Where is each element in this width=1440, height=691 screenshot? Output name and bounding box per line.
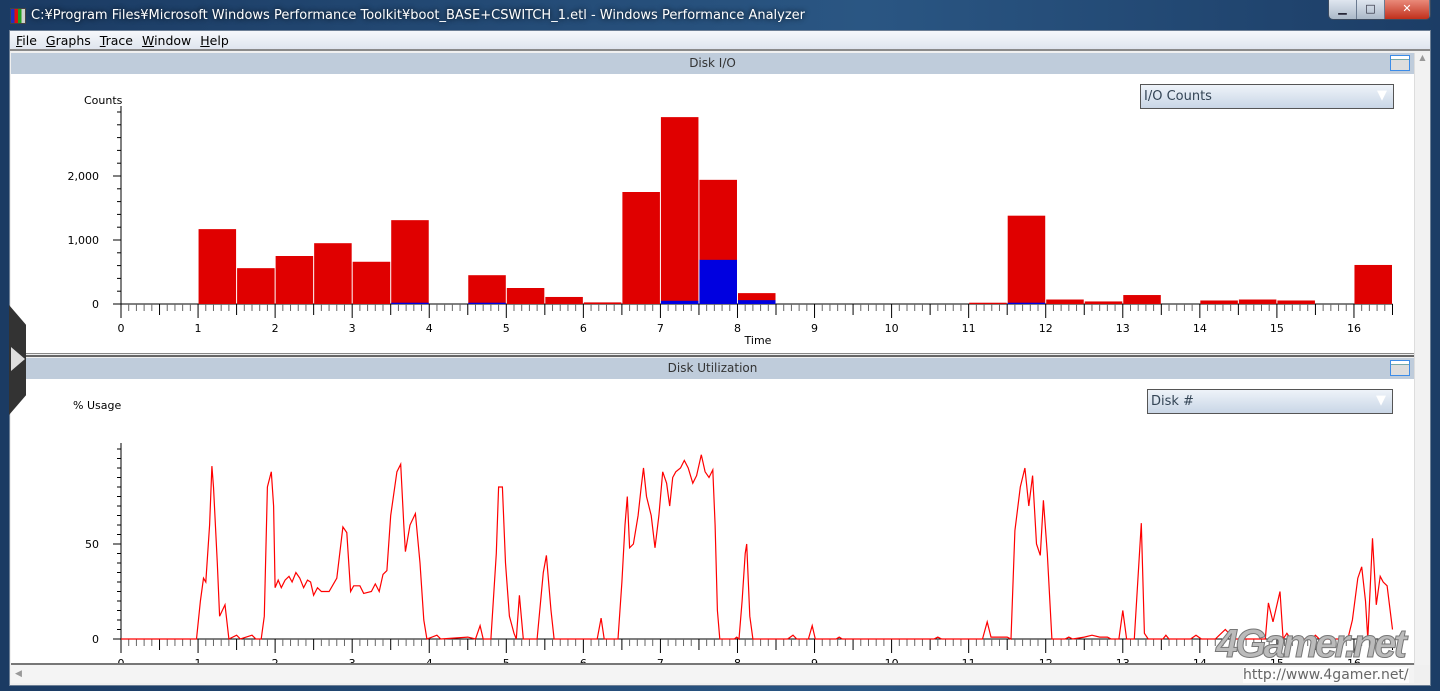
x-tick-label: 4: [426, 322, 433, 335]
bar-read: [198, 229, 237, 304]
window-title: C:¥Program Files¥Microsoft Windows Perfo…: [31, 8, 806, 23]
x-tick-label: 0: [118, 322, 125, 335]
y-tick-label: 0: [92, 633, 99, 646]
scroll-up-icon[interactable]: ▲: [1419, 53, 1425, 62]
menu-label: indow: [154, 33, 192, 48]
client-area: File Graphs Trace Window Help Disk I/O 0…: [9, 30, 1431, 686]
bar-read: [391, 220, 429, 304]
x-tick-label: 6: [580, 322, 587, 335]
x-tick-label: 5: [503, 322, 510, 335]
menu-label: race: [105, 33, 133, 48]
y-tick-label: 1,000: [68, 234, 100, 247]
menu-file[interactable]: File: [14, 31, 44, 49]
disk-io-header: Disk I/O: [11, 53, 1414, 74]
scroll-left-icon[interactable]: ◀: [15, 669, 22, 679]
dropdown-value: I/O Counts: [1144, 89, 1212, 104]
vertical-scrollbar[interactable]: ▲: [1414, 53, 1430, 665]
menu-label: elp: [209, 33, 229, 48]
maximize-graph-button[interactable]: [1390, 55, 1410, 71]
y-tick-label: 50: [85, 538, 99, 551]
disk-io-chart: 0 1 2 3 4 5 6 7 8 9 10 11 12 13 14 15 1601,0002,000Count…: [68, 94, 1393, 347]
expand-arrow-icon[interactable]: [11, 347, 25, 371]
menu-label: ile: [22, 33, 37, 48]
disk-util-header: Disk Utilization: [11, 358, 1414, 379]
disk-util-plot: 012345678910111213141516050% UsageTime D…: [11, 379, 1414, 663]
menu-trace[interactable]: Trace: [98, 31, 140, 49]
bar-write: [468, 302, 506, 304]
maximize-graph-button[interactable]: [1390, 360, 1410, 376]
menu-help[interactable]: Help: [198, 31, 236, 49]
bar-read: [660, 117, 699, 304]
bar-write: [391, 302, 429, 304]
minimize-button[interactable]: ▁: [1329, 0, 1357, 19]
maximize-button[interactable]: □: [1357, 0, 1385, 19]
menu-graphs[interactable]: Graphs: [44, 31, 98, 49]
x-axis-label: Time: [744, 334, 772, 347]
disk-io-plot: 0 1 2 3 4 5 6 7 8 9 10 11 12 13 14 15 16 0 1,000 2,000 Count…: [11, 74, 1414, 353]
x-tick-label: 10: [885, 322, 899, 335]
x-tick-label: 14: [1193, 322, 1207, 335]
watermark-logo: 4Gamer.net: [1216, 622, 1408, 667]
pane-splitter[interactable]: [11, 353, 1414, 357]
menu-window[interactable]: Window: [140, 31, 198, 49]
bar-read: [545, 296, 583, 304]
bar-read: [468, 275, 506, 304]
disk-number-dropdown[interactable]: Disk # ▼: [1147, 389, 1393, 414]
bar-write: [737, 300, 776, 304]
y-axis-label: Counts: [84, 94, 123, 107]
disk-io-title: Disk I/O: [689, 56, 736, 70]
bar-read: [1046, 299, 1084, 304]
bar-read: [1007, 215, 1046, 304]
close-button[interactable]: ✕: [1385, 0, 1430, 19]
menu-label: raphs: [55, 33, 91, 48]
menu-bar: File Graphs Trace Window Help: [10, 31, 1430, 51]
bar-write: [699, 259, 737, 304]
bar-read: [1238, 299, 1277, 304]
bar-read: [969, 302, 1007, 304]
mnemonic: W: [141, 33, 155, 48]
y-tick-label: 0: [92, 298, 99, 311]
bar-read: [1123, 295, 1161, 304]
y-axis-label: % Usage: [73, 399, 121, 412]
bar-read: [314, 243, 352, 304]
x-tick-label: 11: [962, 322, 976, 335]
bar-read: [275, 256, 314, 304]
bar-read: [1277, 300, 1315, 304]
bar-read: [1200, 300, 1238, 304]
title-bar: C:¥Program Files¥Microsoft Windows Perfo…: [0, 0, 1440, 30]
x-tick-label: 1: [195, 322, 202, 335]
horizontal-scrollbar[interactable]: ◀: [11, 663, 1414, 683]
bar-write: [660, 300, 699, 304]
bar-write: [1007, 302, 1046, 304]
bar-read: [352, 261, 391, 304]
bar-read: [237, 268, 275, 304]
window-controls: ▁ □ ✕: [1328, 0, 1431, 20]
x-tick-label: 8: [734, 322, 741, 335]
disk-util-chart: 012345678910111213141516050% UsageTime: [73, 399, 1394, 663]
bar-read: [1084, 301, 1123, 304]
disk-util-title: Disk Utilization: [667, 361, 758, 375]
x-tick-label: 12: [1039, 322, 1053, 335]
x-tick-label: 2: [272, 322, 279, 335]
bar-read: [1354, 264, 1392, 304]
x-tick-label: 16: [1347, 322, 1361, 335]
y-tick-label: 2,000: [68, 170, 100, 183]
x-tick-label: 9: [811, 322, 818, 335]
bar-read: [506, 288, 545, 304]
watermark-url: http://www.4gamer.net/: [1243, 667, 1409, 683]
mnemonic: H: [200, 33, 210, 48]
app-icon: [10, 8, 26, 24]
x-tick-label: 15: [1270, 322, 1284, 335]
usage-line: [121, 454, 1394, 641]
dropdown-arrow-icon: ▼: [1377, 88, 1387, 103]
mnemonic: G: [45, 33, 56, 48]
x-tick-label: 3: [349, 322, 356, 335]
dropdown-arrow-icon: ▼: [1376, 393, 1386, 408]
x-tick-label: 13: [1116, 322, 1130, 335]
dropdown-value: Disk #: [1151, 394, 1194, 409]
bar-read: [622, 192, 660, 304]
io-counts-dropdown[interactable]: I/O Counts ▼: [1140, 84, 1394, 109]
bar-read: [583, 302, 622, 304]
x-tick-label: 7: [657, 322, 664, 335]
